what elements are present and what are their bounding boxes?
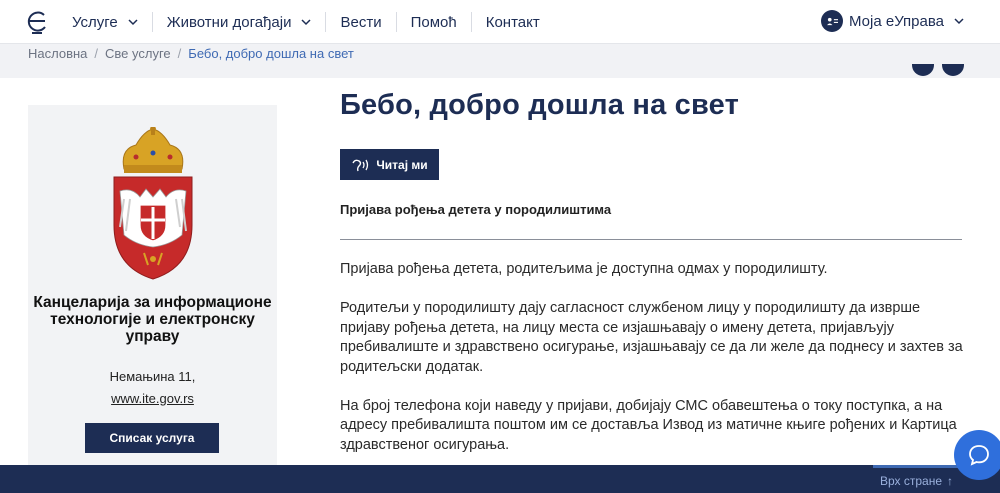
breadcrumb: Насловна / Све услуге / Бебо, добро дошл… (28, 46, 354, 61)
description-paragraph: Родитељи у породилишту дају сагласност с… (340, 300, 963, 375)
nav-life-events[interactable]: Животни догађаји (153, 12, 327, 32)
share-buttons (912, 64, 964, 76)
service-description: Пријава рођења детета, родитељима је дос… (340, 260, 965, 475)
serbia-coat-of-arms-icon (113, 127, 193, 280)
nav-services[interactable]: Услуге (72, 12, 153, 32)
nav-life-events-label: Животни догађаји (166, 13, 292, 31)
institution-website-link[interactable]: www.ite.gov.rs (28, 391, 277, 406)
breadcrumb-current: Бебо, добро дошла на свет (188, 46, 354, 61)
share-button[interactable] (912, 64, 934, 76)
chevron-down-icon (301, 19, 312, 26)
service-subtitle: Пријава рођења детета у породилиштима (340, 202, 612, 217)
read-aloud-label: Читај ми (376, 157, 428, 172)
nav-help[interactable]: Помоћ (397, 12, 472, 32)
read-aloud-button[interactable]: Читај ми (340, 149, 439, 180)
description-paragraph: Пријава рођења детета, родитељима је дос… (340, 261, 828, 277)
user-id-icon (821, 10, 843, 32)
eupravа-logo-icon[interactable] (26, 9, 48, 35)
back-to-top-link[interactable]: Врх стране ↑ (880, 474, 953, 488)
chat-button[interactable] (954, 430, 1000, 480)
chevron-down-icon (128, 19, 138, 26)
nav-contact-label: Контакт (485, 13, 540, 31)
institution-address: Немањина 11, (109, 369, 196, 384)
chevron-down-icon (954, 18, 964, 25)
chat-bubble-icon (969, 445, 989, 466)
share-button[interactable] (942, 64, 964, 76)
institution-name: Канцеларија за информационе технологије … (33, 294, 272, 345)
nav-news-label: Вести (340, 13, 382, 31)
breadcrumb-separator: / (94, 46, 99, 61)
footer-bar (0, 465, 1000, 493)
services-list-button[interactable]: Списак услуга (85, 423, 219, 453)
account-label: Моја еУправа (849, 12, 944, 30)
speaker-icon (352, 159, 369, 171)
nav-news[interactable]: Вести (326, 12, 397, 32)
main-nav: Услуге Животни догађаји Вести Помоћ Конт… (72, 0, 554, 44)
breadcrumb-home[interactable]: Насловна (28, 46, 87, 61)
breadcrumb-separator: / (177, 46, 182, 61)
nav-contact[interactable]: Контакт (472, 12, 554, 32)
institution-card: Канцеларија за информационе технологије … (28, 105, 277, 465)
arrow-up-icon: ↑ (947, 474, 954, 488)
description-paragraph: На број телефона који наведу у пријави, … (340, 397, 957, 453)
account-menu[interactable]: Моја еУправа (821, 10, 964, 32)
divider (340, 239, 962, 240)
nav-help-label: Помоћ (410, 13, 457, 31)
nav-services-label: Услуге (72, 13, 118, 31)
site-header: Услуге Животни догађаји Вести Помоћ Конт… (0, 0, 1000, 44)
back-to-top-label: Врх стране (880, 474, 943, 488)
breadcrumb-all-services[interactable]: Све услуге (105, 46, 171, 61)
back-to-top-accent (873, 465, 963, 468)
page-title: Бебо, добро дошла на свет (340, 89, 739, 121)
